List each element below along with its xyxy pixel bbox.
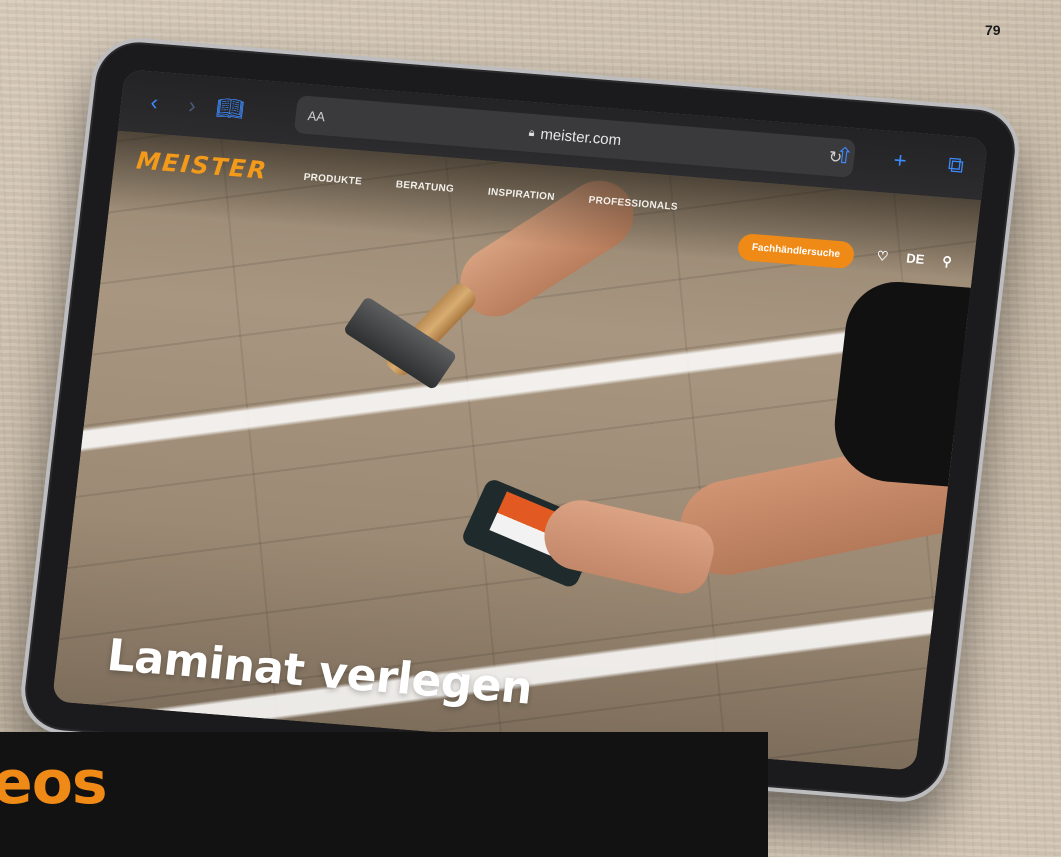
nav-item-inspiration[interactable]: INSPIRATION [487, 187, 555, 203]
text-size-button[interactable]: AA [307, 108, 326, 124]
page-number: 79 [985, 22, 1001, 38]
heart-icon[interactable]: ♡ [876, 248, 889, 265]
dealer-search-button[interactable]: Fachhändlersuche [736, 232, 856, 270]
hero-title: Laminat verlegen [104, 629, 535, 715]
bottom-band [0, 732, 768, 857]
share-icon[interactable]: ⇧ [824, 142, 865, 171]
tabs-icon[interactable]: ⧉ [936, 151, 977, 180]
book-icon[interactable]: 📖︎ [210, 94, 251, 123]
tablet-device: ‹ › 📖︎ AA 🔒︎ meister.com ↻ ⇧ + ⧉ MEISTER… [16, 34, 1024, 806]
meister-logo[interactable]: MEISTER [135, 146, 270, 184]
bottom-caption: eos [0, 748, 108, 818]
black-sleeve [828, 278, 989, 489]
nav-item-professionals[interactable]: PROFESSIONALS [588, 195, 678, 213]
main-nav: PRODUKTE BERATUNG INSPIRATION PROFESSION… [303, 172, 678, 213]
language-switch[interactable]: DE [905, 251, 926, 268]
lock-icon: 🔒︎ [528, 126, 536, 139]
search-icon[interactable]: ⚲ [941, 253, 952, 270]
tablet-screen: ‹ › 📖︎ AA 🔒︎ meister.com ↻ ⇧ + ⧉ MEISTER… [51, 69, 989, 771]
nav-item-beratung[interactable]: BERATUNG [395, 179, 454, 195]
chevron-right-icon[interactable]: › [172, 91, 213, 120]
nav-item-produkte[interactable]: PRODUKTE [303, 172, 363, 188]
url-text: meister.com [539, 125, 623, 149]
chevron-left-icon[interactable]: ‹ [134, 88, 175, 117]
plus-icon[interactable]: + [880, 146, 921, 175]
